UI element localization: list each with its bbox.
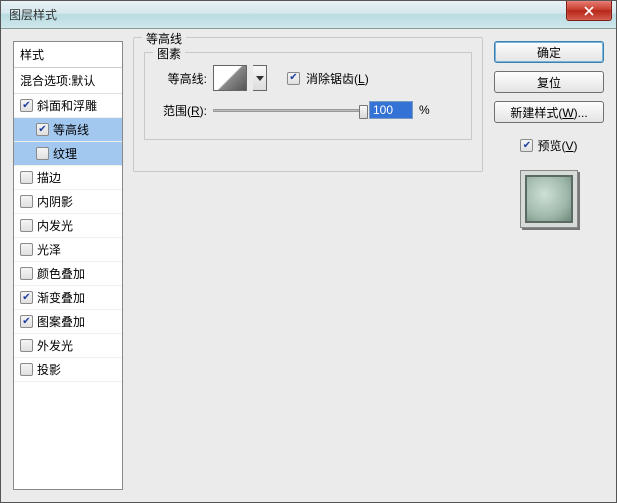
style-item-10[interactable]: 外发光 bbox=[14, 334, 122, 358]
elements-label: 图素 bbox=[153, 45, 185, 62]
close-icon bbox=[584, 6, 594, 16]
style-item-9[interactable]: 图案叠加 bbox=[14, 310, 122, 334]
range-label: 范围(R): bbox=[155, 102, 207, 119]
style-checkbox[interactable] bbox=[20, 291, 33, 304]
style-item-7[interactable]: 颜色叠加 bbox=[14, 262, 122, 286]
style-checkbox[interactable] bbox=[20, 315, 33, 328]
style-item-label: 纹理 bbox=[53, 145, 77, 162]
contour-dropdown[interactable] bbox=[253, 65, 267, 91]
style-item-11[interactable]: 投影 bbox=[14, 358, 122, 382]
dialog-content: 样式 混合选项:默认 斜面和浮雕等高线纹理描边内阴影内发光光泽颜色叠加渐变叠加图… bbox=[1, 29, 616, 502]
ok-button[interactable]: 确定 bbox=[494, 41, 604, 63]
style-checkbox[interactable] bbox=[20, 171, 33, 184]
range-slider-thumb[interactable] bbox=[359, 105, 368, 119]
style-checkbox[interactable] bbox=[20, 195, 33, 208]
styles-header[interactable]: 样式 bbox=[14, 42, 122, 68]
range-input[interactable] bbox=[369, 101, 413, 119]
antialias-label[interactable]: 消除锯齿(L) bbox=[306, 70, 369, 87]
preview-checkbox[interactable] bbox=[520, 139, 533, 152]
style-item-label: 内发光 bbox=[37, 217, 73, 234]
elements-group: 图素 等高线: 消除锯齿(L) 范围(R): bbox=[144, 52, 472, 140]
antialias-checkbox[interactable] bbox=[287, 72, 300, 85]
style-checkbox[interactable] bbox=[20, 99, 33, 112]
contour-picker[interactable] bbox=[213, 65, 247, 91]
style-checkbox[interactable] bbox=[36, 147, 49, 160]
style-item-8[interactable]: 渐变叠加 bbox=[14, 286, 122, 310]
style-item-label: 外发光 bbox=[37, 337, 73, 354]
style-checkbox[interactable] bbox=[20, 243, 33, 256]
style-item-label: 等高线 bbox=[53, 121, 89, 138]
window-title: 图层样式 bbox=[9, 6, 57, 23]
style-item-label: 投影 bbox=[37, 361, 61, 378]
blend-options[interactable]: 混合选项:默认 bbox=[14, 68, 122, 94]
style-item-label: 内阴影 bbox=[37, 193, 73, 210]
style-item-label: 描边 bbox=[37, 169, 61, 186]
contour-group: 等高线 图素 等高线: 消除锯齿(L) 范围(R): bbox=[133, 37, 483, 172]
style-item-label: 光泽 bbox=[37, 241, 61, 258]
style-checkbox[interactable] bbox=[20, 267, 33, 280]
style-item-label: 渐变叠加 bbox=[37, 289, 85, 306]
style-item-label: 颜色叠加 bbox=[37, 265, 85, 282]
style-item-1[interactable]: 等高线 bbox=[14, 118, 122, 142]
style-item-label: 图案叠加 bbox=[37, 313, 85, 330]
chevron-down-icon bbox=[256, 76, 264, 81]
right-column: 确定 复位 新建样式(W)... 预览(V) bbox=[494, 41, 604, 228]
range-row: 范围(R): % bbox=[155, 101, 461, 119]
range-unit: % bbox=[419, 103, 430, 117]
style-preview bbox=[520, 170, 578, 228]
contour-row: 等高线: 消除锯齿(L) bbox=[155, 65, 461, 91]
style-checkbox[interactable] bbox=[20, 363, 33, 376]
style-checkbox[interactable] bbox=[20, 219, 33, 232]
layer-style-dialog: 图层样式 样式 混合选项:默认 斜面和浮雕等高线纹理描边内阴影内发光光泽颜色叠加… bbox=[0, 0, 617, 503]
reset-button[interactable]: 复位 bbox=[494, 71, 604, 93]
new-style-button[interactable]: 新建样式(W)... bbox=[494, 101, 604, 123]
range-slider[interactable] bbox=[213, 109, 363, 112]
style-checkbox[interactable] bbox=[36, 123, 49, 136]
close-button[interactable] bbox=[566, 1, 612, 21]
style-item-3[interactable]: 描边 bbox=[14, 166, 122, 190]
styles-panel: 样式 混合选项:默认 斜面和浮雕等高线纹理描边内阴影内发光光泽颜色叠加渐变叠加图… bbox=[13, 41, 123, 490]
style-item-6[interactable]: 光泽 bbox=[14, 238, 122, 262]
preview-toggle-row: 预览(V) bbox=[520, 137, 577, 154]
style-item-4[interactable]: 内阴影 bbox=[14, 190, 122, 214]
preview-label[interactable]: 预览(V) bbox=[537, 137, 577, 154]
style-item-label: 斜面和浮雕 bbox=[37, 97, 97, 114]
style-checkbox[interactable] bbox=[20, 339, 33, 352]
contour-label: 等高线: bbox=[155, 70, 207, 87]
style-item-5[interactable]: 内发光 bbox=[14, 214, 122, 238]
titlebar[interactable]: 图层样式 bbox=[1, 1, 616, 29]
style-item-0[interactable]: 斜面和浮雕 bbox=[14, 94, 122, 118]
style-item-2[interactable]: 纹理 bbox=[14, 142, 122, 166]
